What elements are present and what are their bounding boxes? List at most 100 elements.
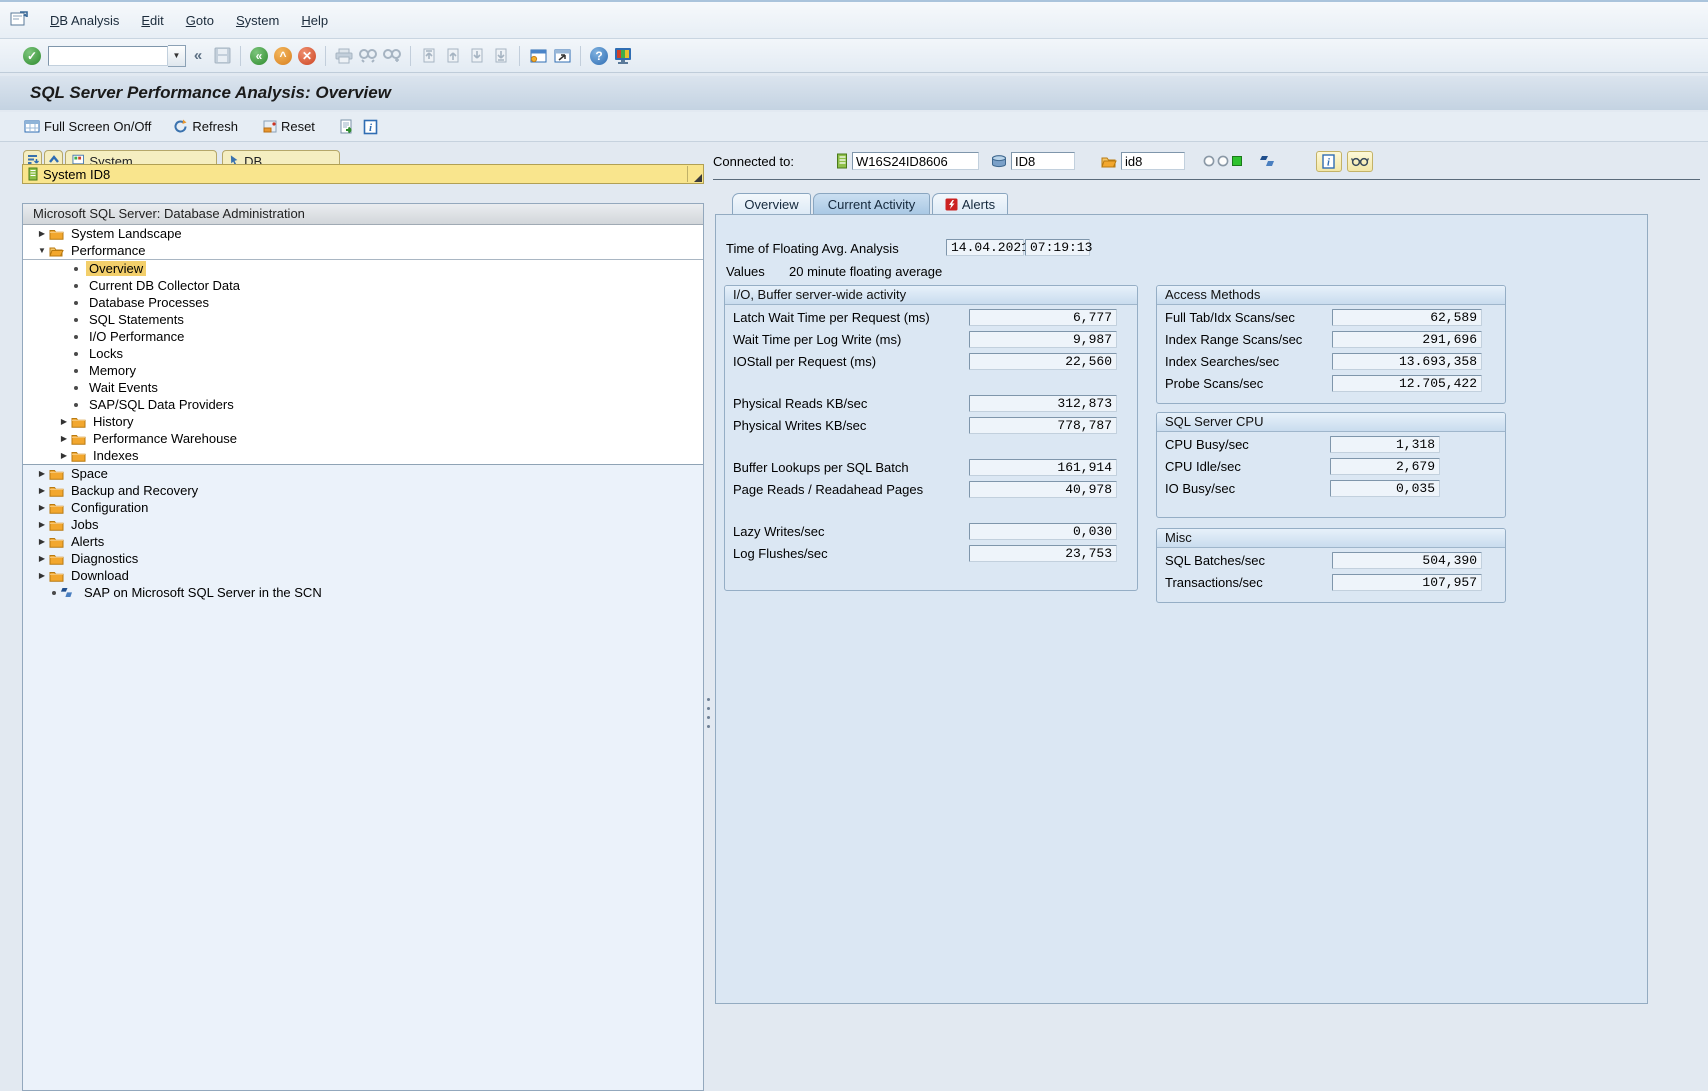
shortcut-icon[interactable]	[550, 44, 574, 68]
find-next-icon[interactable]	[380, 44, 404, 68]
menu-goto[interactable]: Goto	[175, 10, 225, 31]
navigation-tree: Microsoft SQL Server: Database Administr…	[22, 203, 704, 1091]
refresh-button[interactable]: Refresh	[169, 117, 242, 136]
expander-icon[interactable]: ▶	[57, 430, 71, 447]
exit-icon[interactable]: ✕	[295, 44, 319, 68]
command-dropdown-icon[interactable]: ▼	[168, 45, 186, 67]
tab-overview[interactable]: Overview	[732, 193, 811, 214]
metric-label-cpu-busy-sec: CPU Busy/sec	[1165, 436, 1249, 453]
command-field[interactable]	[48, 46, 168, 66]
metric-row: CPU Busy/sec1,318	[1157, 436, 1505, 453]
prev-page-icon[interactable]	[441, 44, 465, 68]
tree-item-system-landscape[interactable]: ▶ System Landscape	[23, 225, 703, 242]
display-button[interactable]	[1347, 151, 1373, 172]
tree-item-label: Configuration	[68, 500, 151, 515]
status-circle-icon	[1217, 155, 1229, 167]
expander-icon[interactable]: ▶	[35, 516, 49, 533]
metric-row: Log Flushes/sec23,753	[725, 545, 1137, 562]
menu-db-analysis[interactable]: DB Analysis	[39, 10, 130, 31]
folder-icon	[49, 485, 64, 497]
expander-icon[interactable]: ▶	[35, 533, 49, 550]
tree-item-memory[interactable]: Memory	[23, 362, 703, 379]
tree-header: Microsoft SQL Server: Database Administr…	[23, 204, 703, 225]
tree-item-backup-and-recovery[interactable]: ▶Backup and Recovery	[23, 482, 703, 499]
new-session-icon[interactable]	[526, 44, 550, 68]
expander-icon[interactable]: ▶	[57, 447, 71, 464]
tree-item-overview[interactable]: Overview	[23, 260, 703, 277]
expander-icon[interactable]: ▶	[35, 225, 49, 242]
expander-icon[interactable]: ▶	[35, 567, 49, 584]
export-icon[interactable]	[335, 115, 359, 139]
tree-item-configuration[interactable]: ▶ Configuration	[23, 499, 703, 516]
reset-button[interactable]: Reset	[258, 117, 319, 136]
expander-icon[interactable]: ▼	[35, 242, 49, 259]
tree-item-wait-events[interactable]: Wait Events	[23, 379, 703, 396]
metric-label-wait-time-per-log-write-ms: Wait Time per Log Write (ms)	[733, 331, 901, 348]
tree-item-download[interactable]: ▶Download	[23, 567, 703, 584]
refresh-label: Refresh	[192, 119, 238, 134]
collapse-toolbar-icon[interactable]: «	[186, 44, 210, 68]
help-icon[interactable]: ?	[587, 44, 611, 68]
expander-icon[interactable]: ▶	[35, 499, 49, 516]
find-icon[interactable]	[356, 44, 380, 68]
tree-item-locks[interactable]: Locks	[23, 345, 703, 362]
expander-icon[interactable]: ▶	[35, 550, 49, 567]
tree-item-jobs[interactable]: ▶Jobs	[23, 516, 703, 533]
metric-label-buffer-lookups-per-sql-batch: Buffer Lookups per SQL Batch	[733, 459, 909, 476]
metric-row: Index Searches/sec13.693,358	[1157, 353, 1505, 370]
back-icon[interactable]: «	[247, 44, 271, 68]
panel-splitter[interactable]	[706, 698, 710, 734]
tree-item-indexes[interactable]: ▶Indexes	[23, 447, 703, 465]
connected-label: Connected to:	[713, 154, 794, 169]
tree-item-sap-on-microsoft-sql-server-in-the-scn[interactable]: SAP on Microsoft SQL Server in the SCN	[23, 584, 703, 601]
tree-item-sql-statements[interactable]: SQL Statements	[23, 311, 703, 328]
expander-icon[interactable]: ▶	[35, 465, 49, 482]
tree-item-performance-warehouse[interactable]: ▶Performance Warehouse	[23, 430, 703, 447]
tree-item-performance[interactable]: ▼Performance	[23, 242, 703, 260]
next-page-icon[interactable]	[465, 44, 489, 68]
tree-item-diagnostics[interactable]: ▶Diagnostics	[23, 550, 703, 567]
tree-item-alerts[interactable]: ▶Alerts	[23, 533, 703, 550]
reset-icon	[262, 120, 277, 134]
enter-icon[interactable]: ✓	[20, 44, 44, 68]
expander-icon[interactable]: ▶	[35, 482, 49, 499]
full-screen-button[interactable]: Full Screen On/Off	[20, 117, 155, 136]
tree-item-space[interactable]: ▶Space	[23, 465, 703, 482]
tab-alerts[interactable]: Alerts	[932, 193, 1008, 214]
tab-current-activity[interactable]: Current Activity	[813, 193, 930, 214]
server-icon	[836, 153, 848, 169]
menu-bar: DB AnalysisEditGotoSystemHelp	[0, 0, 1708, 39]
metric-label-iostall-per-request-ms: IOStall per Request (ms)	[733, 353, 876, 370]
connected-server-field[interactable]	[852, 152, 979, 170]
tree-item-current-db-collector-data[interactable]: Current DB Collector Data	[23, 277, 703, 294]
menu-edit[interactable]: Edit	[130, 10, 174, 31]
expander-icon[interactable]: ▶	[57, 413, 71, 430]
save-icon[interactable]	[210, 44, 234, 68]
system-select[interactable]: System ID8	[22, 164, 704, 184]
tree-item-history[interactable]: ▶History	[23, 413, 703, 430]
metric-value-physical-reads-kb-sec: 312,873	[969, 395, 1117, 412]
metric-label-probe-scans-sec: Probe Scans/sec	[1165, 375, 1263, 392]
last-page-icon[interactable]	[489, 44, 513, 68]
tree-item-i-o-performance[interactable]: I/O Performance	[23, 328, 703, 345]
tree-item-label: Wait Events	[86, 380, 161, 395]
system-select-dropdown-icon[interactable]	[687, 166, 702, 182]
tree-item-sap-sql-data-providers[interactable]: SAP/SQL Data Providers	[23, 396, 703, 413]
transaction-icon[interactable]	[10, 11, 29, 30]
floating-avg-time-label: Time of Floating Avg. Analysis	[726, 241, 899, 256]
connected-directory-field[interactable]	[1121, 152, 1185, 170]
sql-editor-icon[interactable]	[1259, 155, 1276, 167]
tree-item-label: System Landscape	[68, 226, 185, 241]
menu-system[interactable]: System	[225, 10, 290, 31]
up-icon[interactable]: ^	[271, 44, 295, 68]
info-button[interactable]: i	[1316, 151, 1342, 172]
connected-database-field[interactable]	[1011, 152, 1075, 170]
metric-row: Wait Time per Log Write (ms)9,987	[725, 331, 1137, 348]
menu-help[interactable]: Help	[290, 10, 339, 31]
print-icon[interactable]	[332, 44, 356, 68]
metric-row: IOStall per Request (ms)22,560	[725, 353, 1137, 370]
tree-item-database-processes[interactable]: Database Processes	[23, 294, 703, 311]
layout-icon[interactable]	[611, 44, 635, 68]
info-icon[interactable]: i	[359, 115, 383, 139]
first-page-icon[interactable]	[417, 44, 441, 68]
